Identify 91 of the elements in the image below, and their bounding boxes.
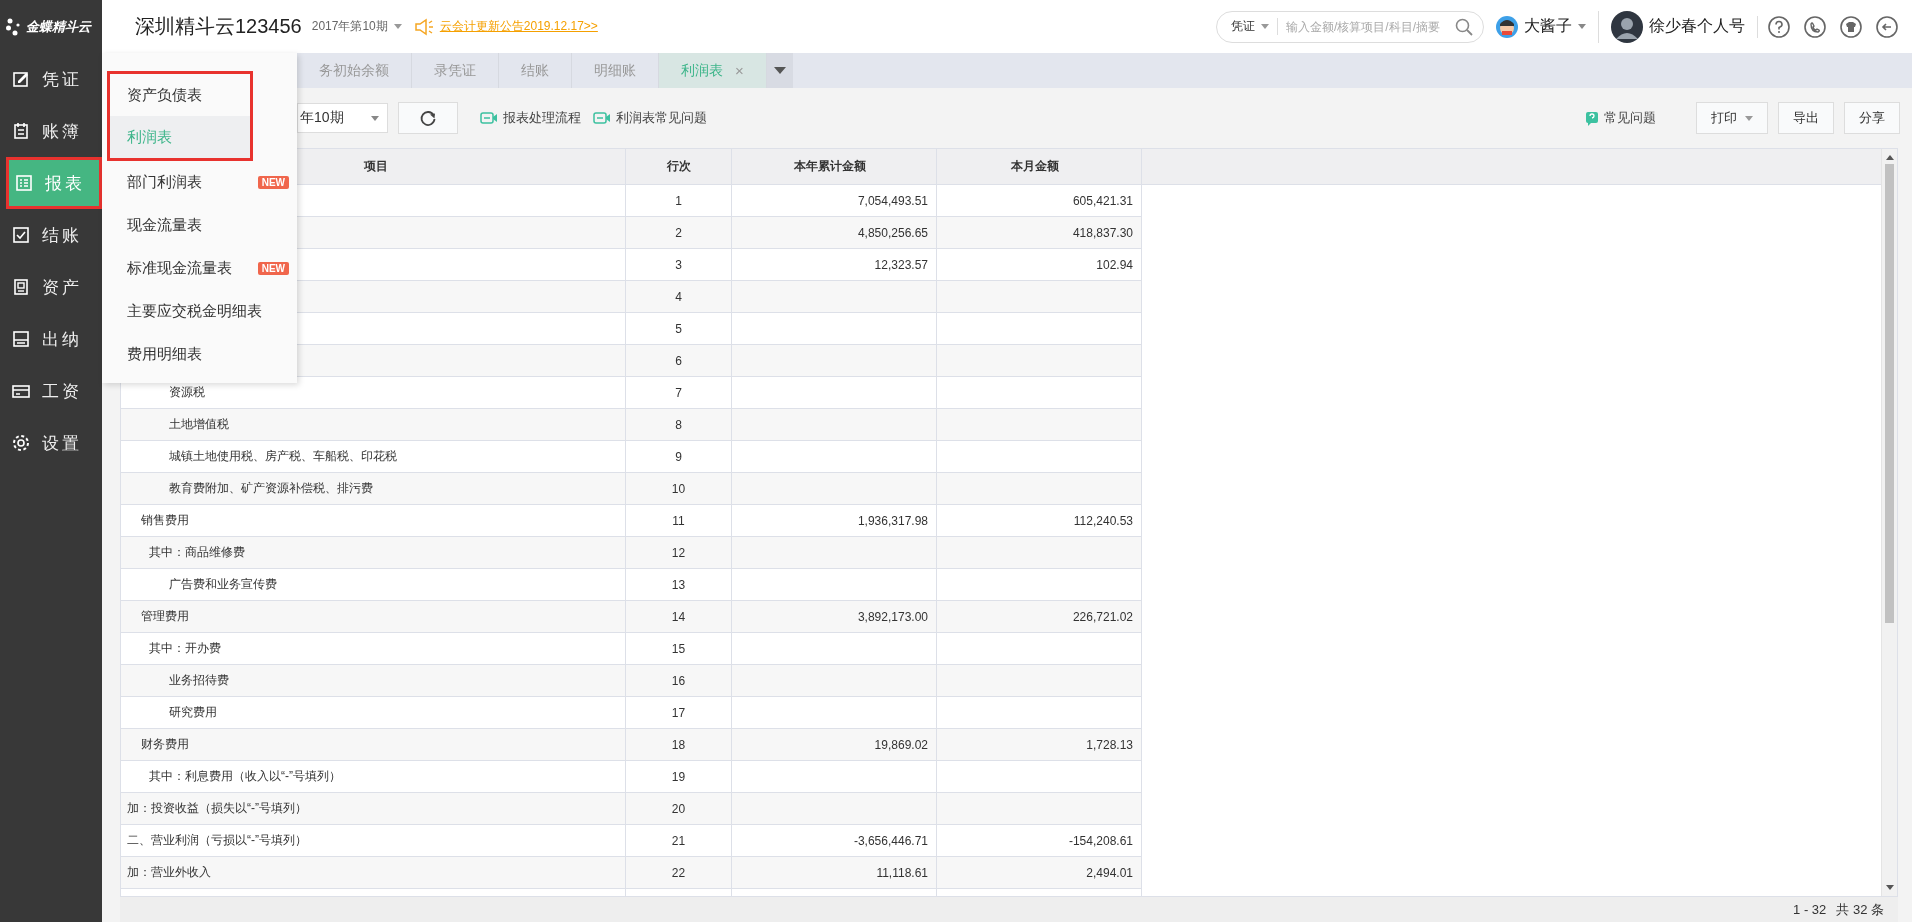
list-icon [15, 174, 33, 192]
table-cell: 管理费用 [121, 601, 626, 633]
avatar-icon[interactable] [1611, 10, 1643, 43]
period-dropdown[interactable]: 年10期 [297, 103, 388, 133]
help-icon[interactable] [1768, 15, 1790, 38]
phone-icon[interactable] [1804, 15, 1826, 38]
table-cell: 418,837.30 [937, 217, 1142, 249]
back-icon[interactable] [1876, 15, 1898, 38]
dots-icon [6, 17, 22, 36]
table-cell: 12 [626, 537, 732, 569]
scope-selector[interactable]: 凭证 [1231, 18, 1278, 35]
page-range: 1 - 32 [1793, 902, 1827, 917]
table-cell: 加：营业外收入 [121, 857, 626, 889]
table-cell: 业务招待费 [121, 665, 626, 697]
new-badge: NEW [257, 176, 289, 189]
table-cell: 226,721.02 [937, 601, 1142, 633]
sidebar-item[interactable]: 资产 [0, 261, 102, 313]
scroll-up-icon[interactable] [1885, 155, 1894, 160]
chat-icon [1585, 110, 1599, 126]
toolbar-button[interactable]: 导出 [1778, 102, 1834, 134]
menu-item[interactable]: 标准现金流量表 NEW [102, 247, 297, 290]
company-name: 深圳精斗云123456 [135, 14, 302, 39]
user-name[interactable]: 徐少春个人号 [1649, 16, 1745, 37]
table-cell: 16 [626, 665, 732, 697]
toolbar-button[interactable]: 分享 [1844, 102, 1900, 134]
new-badge: NEW [257, 262, 289, 275]
column-header[interactable]: 行次 [626, 149, 732, 185]
help-link[interactable]: 常见问题 [1585, 109, 1656, 127]
table-cell: 18 [626, 729, 732, 761]
document-icon [12, 278, 30, 296]
table-cell: 22 [626, 857, 732, 889]
caret-icon [371, 115, 379, 121]
table-cell: 其中：商品维修费 [121, 537, 626, 569]
video-link[interactable]: 利润表常见问题 [593, 109, 707, 127]
caret-icon [1261, 24, 1269, 29]
table-cell: 10 [626, 473, 732, 505]
table-cell: 19,869.02 [732, 729, 937, 761]
table-cell: 2 [626, 217, 732, 249]
table-cell: 1,728.13 [937, 729, 1142, 761]
table-cell: 14 [626, 601, 732, 633]
table-cell: 20 [626, 793, 732, 825]
drawer-icon [12, 330, 30, 348]
avatar-icon[interactable] [1496, 15, 1518, 38]
sidebar-item[interactable]: 设置 [0, 417, 102, 469]
user-name[interactable]: 大酱子 [1524, 16, 1572, 37]
shirt-icon[interactable] [1840, 15, 1862, 38]
search-icon[interactable] [1455, 17, 1473, 36]
caret-icon [393, 24, 402, 29]
refresh-button[interactable] [398, 102, 458, 134]
table-cell: 4 [626, 281, 732, 313]
edit-icon [12, 70, 30, 88]
table-cell: 8 [626, 409, 732, 441]
column-header[interactable]: 本年累计金额 [732, 149, 937, 185]
settings-icon [12, 434, 30, 452]
sidebar-item[interactable]: 出纳 [0, 313, 102, 365]
scroll-down-icon[interactable] [1885, 885, 1894, 890]
table-cell: 4,850,256.65 [732, 217, 937, 249]
table-cell: 2,494.01 [937, 857, 1142, 889]
search-field[interactable]: 凭证 输入金额/核算项目/科目/摘要 [1216, 10, 1484, 43]
calendar-icon [12, 122, 30, 140]
table-cell: 教育费附加、矿产资源补偿税、排污费 [121, 473, 626, 505]
period-selector[interactable]: 2017年第10期 [311, 18, 402, 35]
column-header[interactable]: 本月金额 [937, 149, 1142, 185]
menu-item[interactable]: 主要应交税金明细表 [102, 290, 297, 333]
table-cell: 土地增值税 [121, 409, 626, 441]
table-cell: 6 [626, 345, 732, 377]
speaker-icon [413, 17, 434, 36]
scrollbar[interactable] [1881, 149, 1897, 896]
page-total: 共 32 条 [1836, 900, 1884, 919]
video-icon [593, 111, 611, 125]
checkbox-icon [12, 226, 30, 244]
tab-menu-button[interactable] [766, 53, 793, 88]
card-icon [12, 382, 30, 400]
refresh-icon [419, 109, 437, 127]
scroll-thumb[interactable] [1885, 164, 1894, 623]
menu-item[interactable]: 费用明细表 [102, 333, 297, 376]
table-cell: 11,118.61 [732, 857, 937, 889]
menu-item[interactable]: 资产负债表 [110, 74, 250, 116]
sidebar-item[interactable]: 工资 [0, 365, 102, 417]
video-link[interactable]: 报表处理流程 [480, 109, 581, 127]
menu-item[interactable]: 现金流量表 [102, 204, 297, 247]
table-cell: 加：投资收益（损失以“-”号填列） [121, 793, 626, 825]
sidebar-item[interactable]: 凭证 [0, 53, 102, 105]
toolbar-button[interactable]: 打印 [1696, 102, 1768, 134]
sidebar-item[interactable]: 结账 [0, 209, 102, 261]
caret-icon [773, 67, 786, 74]
table-cell: 3,892,173.00 [732, 601, 937, 633]
sidebar-item[interactable]: 账簿 [0, 105, 102, 157]
video-icon [480, 111, 498, 125]
logo-text: 金蝶精斗云 [26, 17, 91, 36]
table-cell: 财务费用 [121, 729, 626, 761]
